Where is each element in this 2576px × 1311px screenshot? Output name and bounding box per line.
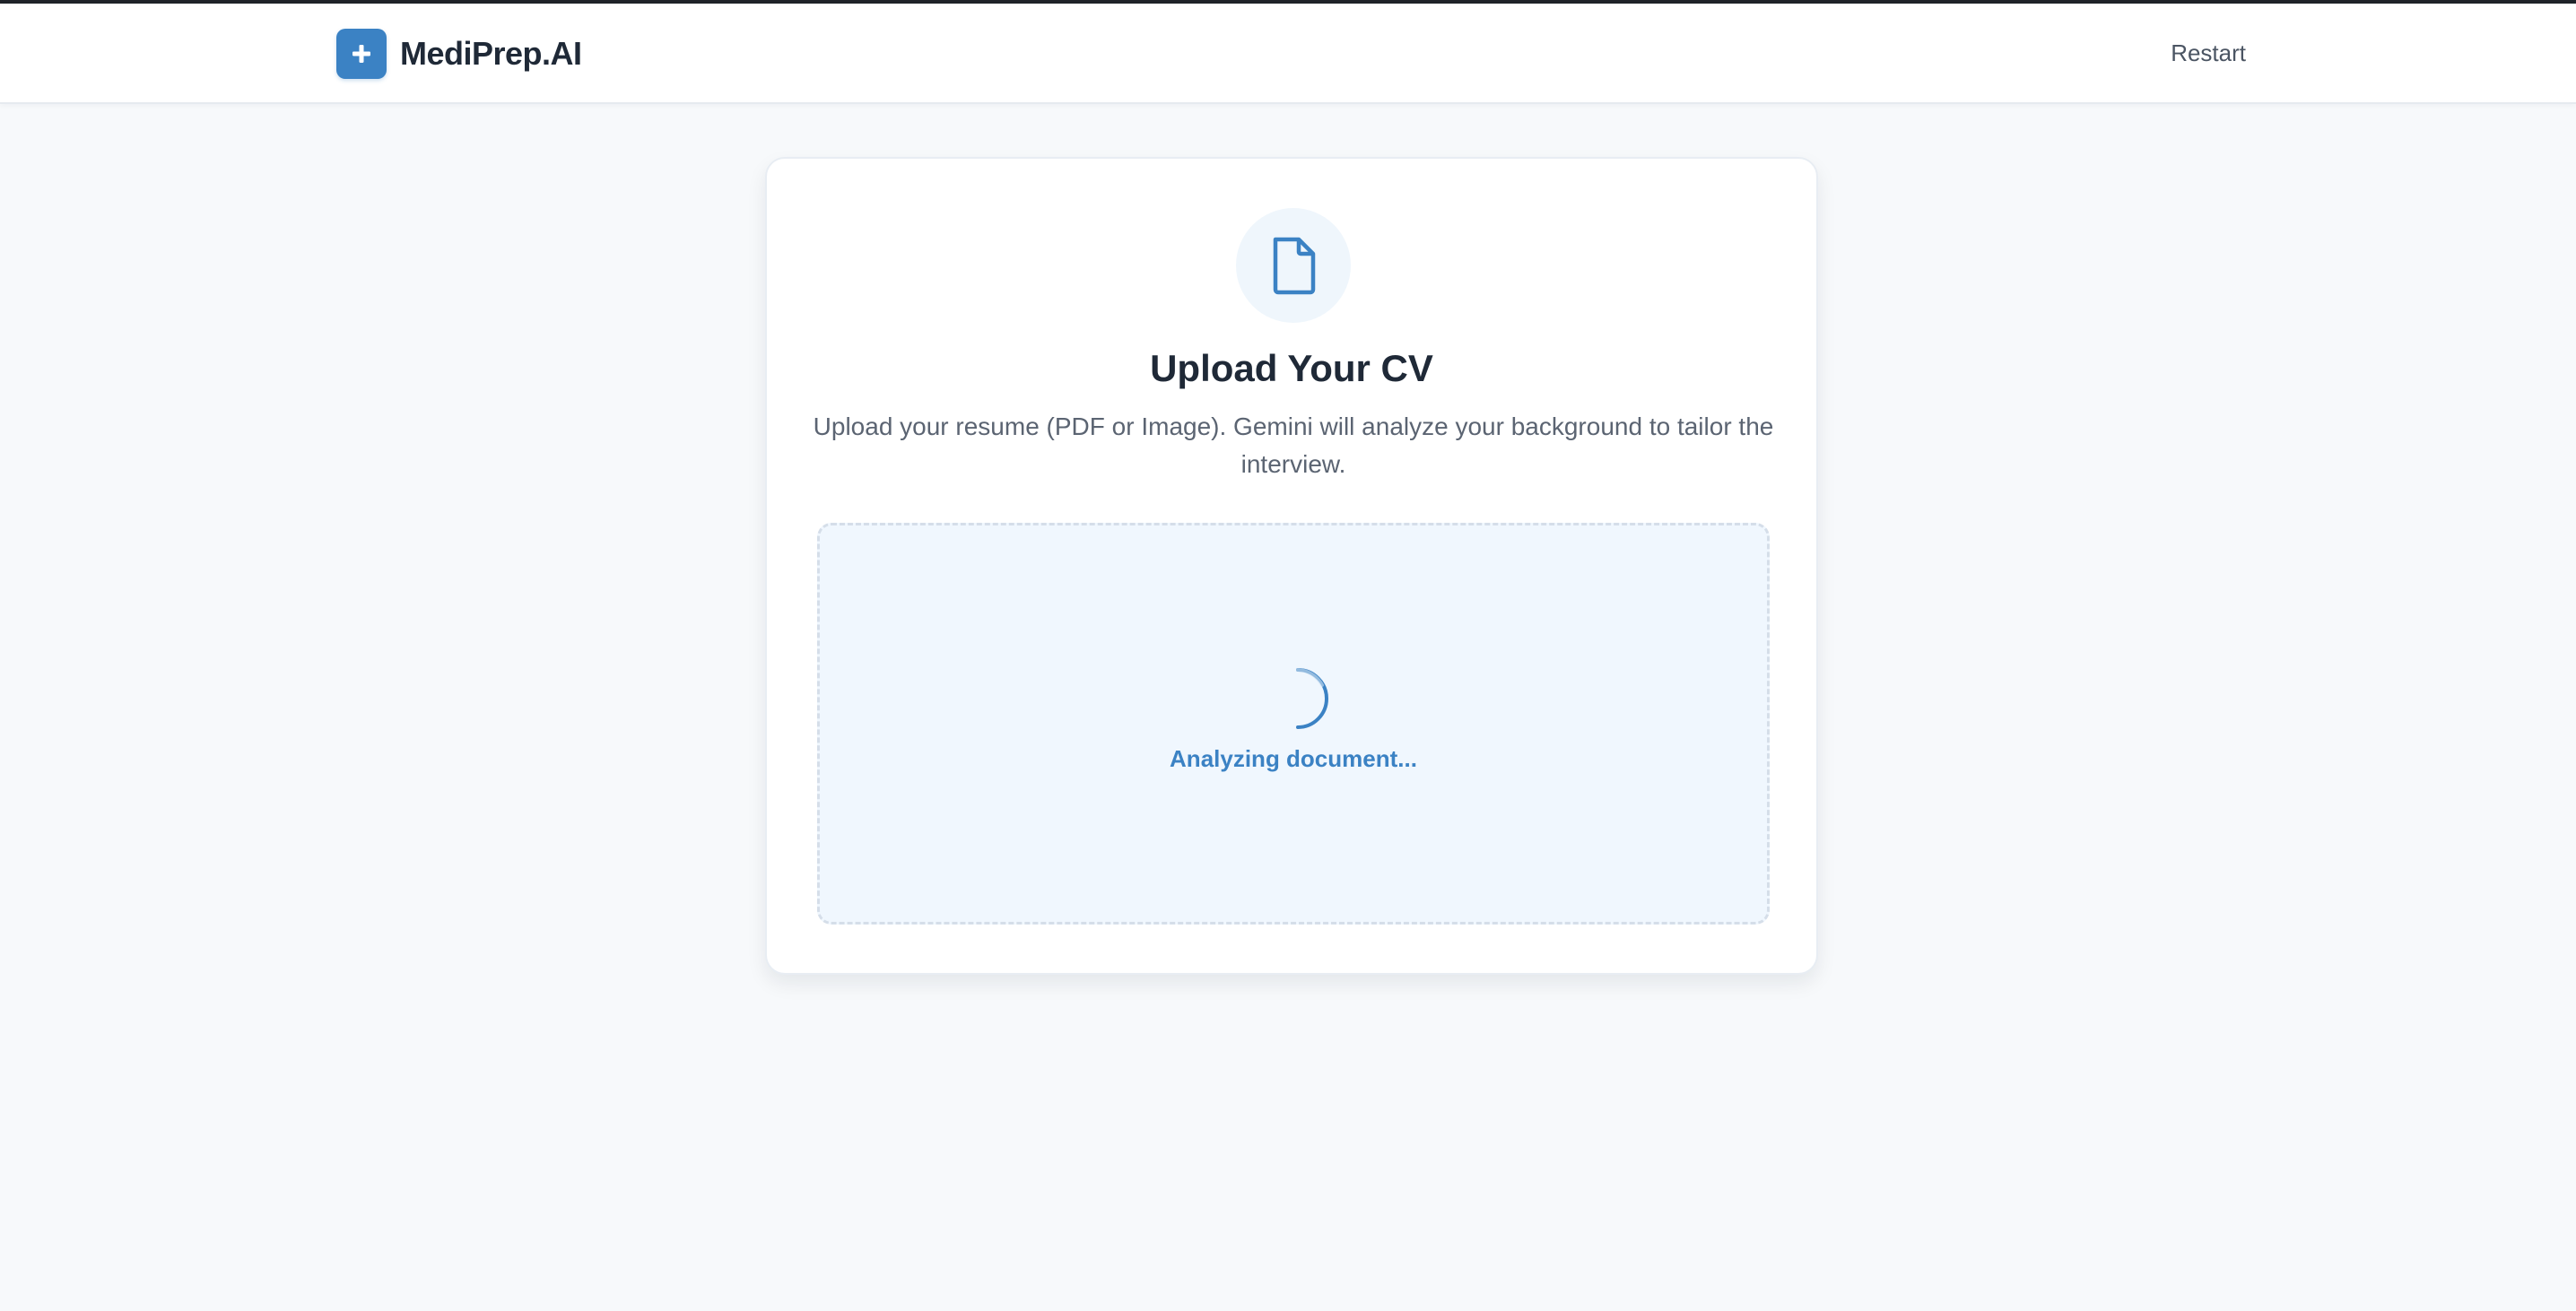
loading-spinner-icon <box>1296 668 1328 729</box>
plus-icon <box>336 29 387 79</box>
restart-button[interactable]: Restart <box>2171 39 2246 67</box>
file-icon-badge <box>1236 208 1351 323</box>
brand-name: MediPrep.AI <box>400 35 582 72</box>
analyzing-status: Analyzing document... <box>1170 745 1417 772</box>
cv-dropzone[interactable]: Analyzing document... <box>817 523 1770 925</box>
brand[interactable]: MediPrep.AI <box>336 29 582 79</box>
upload-card: Upload Your CV Upload your resume (PDF o… <box>765 157 1818 975</box>
file-icon <box>1273 237 1316 295</box>
top-navbar: MediPrep.AI Restart <box>0 4 2576 104</box>
upload-description: Upload your resume (PDF or Image). Gemin… <box>813 412 1774 478</box>
page-title: Upload Your CV <box>1150 347 1433 389</box>
